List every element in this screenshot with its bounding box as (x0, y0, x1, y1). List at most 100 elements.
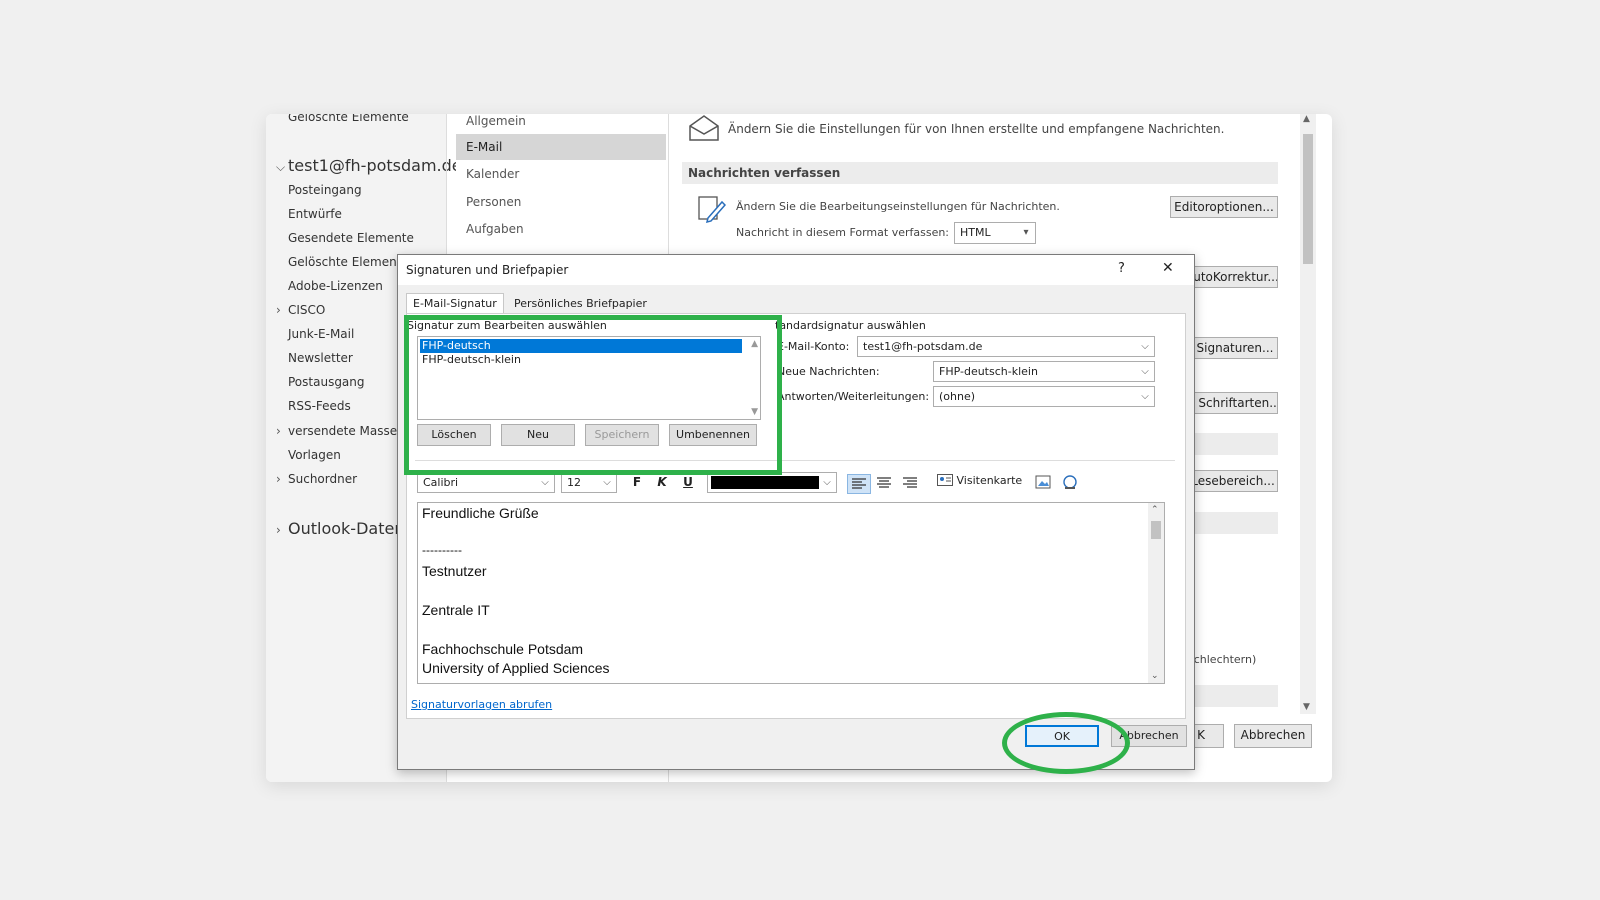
dialog-titlebar: Signaturen und Briefpapier ? ✕ (398, 255, 1194, 285)
signature-list[interactable]: FHP-deutsch FHP-deutsch-klein ▲ ▼ (417, 336, 761, 420)
list-item[interactable]: FHP-deutsch (420, 339, 742, 353)
account-select[interactable]: test1@fh-potsdam.de ⌵ (857, 336, 1155, 357)
chevron-down-icon[interactable]: ⌵ (276, 160, 288, 175)
scroll-down-icon[interactable]: ▼ (1303, 702, 1310, 712)
scroll-down-icon[interactable]: ▼ (751, 407, 758, 417)
size-value: 12 (567, 476, 581, 489)
signature-line: ---------- (422, 543, 462, 557)
signature-line: Fachhochschule Potsdam (422, 641, 584, 657)
options-cancel-button[interactable]: Abbrechen (1234, 724, 1312, 748)
vcard-button[interactable]: Visitenkarte (937, 474, 1022, 487)
folder-item[interactable]: Vorlagen (288, 448, 341, 462)
vcard-label: Visitenkarte (956, 474, 1023, 487)
signature-editor[interactable]: Freundliche Grüße ---------- Testnutzer … (417, 502, 1165, 684)
scroll-thumb[interactable] (1151, 521, 1161, 539)
ok-button[interactable]: OK (1025, 725, 1099, 747)
vcard-icon (937, 474, 953, 487)
nav-item-aufgaben[interactable]: Aufgaben (456, 216, 666, 242)
account-name: test1@fh-potsdam.de (288, 156, 462, 175)
bold-button[interactable]: F (629, 475, 645, 489)
scroll-thumb[interactable] (1303, 134, 1313, 264)
chevron-right-icon[interactable]: › (276, 424, 288, 438)
folder-deleted-top[interactable]: Gelöschte Elemente (288, 114, 409, 124)
nav-item-allgemein[interactable]: Allgemein (456, 114, 666, 134)
folder-label: versendete Massenn (288, 424, 413, 438)
save-button[interactable]: Speichern (585, 424, 659, 446)
nav-item-kalender[interactable]: Kalender (456, 161, 666, 187)
delete-button[interactable]: Löschen (417, 424, 491, 446)
scroll-up-icon[interactable]: ▲ (751, 339, 758, 349)
new-button[interactable]: Neu (501, 424, 575, 446)
nav-item-email[interactable]: E-Mail (456, 134, 666, 160)
help-icon[interactable]: ? (1118, 261, 1125, 276)
cancel-button[interactable]: Abbrechen (1111, 725, 1187, 747)
insert-picture-icon[interactable] (1035, 474, 1053, 496)
envelope-icon (688, 114, 720, 146)
folder-item[interactable]: Gelöschte Elemente (288, 255, 409, 269)
folder-item-versendete[interactable]: › versendete Massenn (276, 424, 412, 438)
size-select[interactable]: 12 ⌵ (561, 472, 617, 493)
color-swatch (711, 476, 819, 489)
chevron-down-icon: ⌵ (603, 477, 611, 488)
chevron-right-icon[interactable]: › (276, 472, 288, 486)
format-select[interactable]: HTML ▾ (954, 222, 1036, 244)
fonts-button[interactable]: d Schriftarten... (1182, 392, 1278, 414)
font-select[interactable]: Calibri ⌵ (417, 472, 555, 493)
folder-item-cisco[interactable]: › CISCO (276, 303, 325, 317)
replies-value: (ohne) (939, 390, 976, 403)
account-header[interactable]: ⌵ test1@fh-potsdam.de (276, 156, 462, 175)
folder-item-suchordner[interactable]: › Suchordner (276, 472, 357, 486)
folder-label: Suchordner (288, 472, 358, 486)
replies-select[interactable]: (ohne) ⌵ (933, 386, 1155, 407)
chevron-right-icon[interactable]: › (276, 523, 288, 537)
folder-item[interactable]: Adobe-Lizenzen (288, 279, 383, 293)
pencil-icon (696, 194, 727, 228)
format-label: Nachricht in diesem Format verfassen: (736, 226, 950, 239)
signature-line: Zentrale IT (422, 602, 490, 618)
align-center-icon[interactable] (873, 474, 895, 496)
tab-stationery[interactable]: Persönliches Briefpapier (508, 294, 653, 313)
reading-pane-button[interactable]: Lesebereich... (1188, 470, 1278, 492)
signatures-button[interactable]: Signaturen... (1192, 337, 1278, 359)
align-left-icon[interactable] (847, 474, 871, 494)
align-right-icon[interactable] (899, 474, 921, 496)
folder-item[interactable]: Gesendete Elemente (288, 231, 414, 245)
hyperlink-icon[interactable] (1061, 474, 1079, 496)
divider (415, 460, 1175, 461)
italic-button[interactable]: K (654, 475, 670, 489)
folder-item[interactable]: Entwürfe (288, 207, 342, 221)
folder-item[interactable]: RSS-Feeds (288, 399, 351, 413)
editor-scrollbar[interactable]: ⌃ ⌄ (1148, 503, 1164, 683)
scroll-up-icon[interactable]: ▲ (1303, 114, 1310, 124)
cut-text: schlechtern) (1188, 653, 1257, 666)
tab-email-signature[interactable]: E-Mail-Signatur (406, 293, 504, 314)
underline-button[interactable]: U (680, 475, 696, 489)
rename-button[interactable]: Umbenennen (669, 424, 757, 446)
new-messages-label: Neue Nachrichten: (777, 365, 880, 378)
outlook-data-header[interactable]: › Outlook-Datend (276, 519, 415, 538)
close-icon[interactable]: ✕ (1162, 260, 1174, 276)
folder-item[interactable]: Posteingang (288, 183, 362, 197)
options-scrollbar[interactable]: ▲ ▼ (1300, 114, 1316, 714)
new-messages-select[interactable]: FHP-deutsch-klein ⌵ (933, 361, 1155, 382)
section-bar (1192, 685, 1278, 707)
folder-item[interactable]: Postausgang (288, 375, 365, 389)
nav-item-personen[interactable]: Personen (456, 189, 666, 215)
format-value: HTML (960, 226, 991, 239)
font-value: Calibri (423, 476, 459, 489)
editor-options-button[interactable]: Editoroptionen... (1170, 196, 1278, 218)
chevron-down-icon: ⌵ (1141, 391, 1149, 402)
section-bar (1192, 433, 1278, 455)
folder-item[interactable]: Junk-E-Mail (288, 327, 354, 341)
scroll-down-icon[interactable]: ⌄ (1151, 671, 1159, 681)
templates-link[interactable]: Signaturvorlagen abrufen (411, 698, 552, 711)
intro-text: Ändern Sie die Einstellungen für von Ihn… (728, 122, 1225, 136)
chevron-down-icon: ⌵ (823, 477, 831, 488)
list-item[interactable]: FHP-deutsch-klein (420, 353, 742, 367)
folder-item[interactable]: Newsletter (288, 351, 353, 365)
color-select[interactable]: ⌵ (707, 472, 837, 493)
new-messages-value: FHP-deutsch-klein (939, 365, 1038, 378)
scroll-up-icon[interactable]: ⌃ (1151, 505, 1159, 515)
replies-label: Antworten/Weiterleitungen: (777, 390, 930, 403)
chevron-right-icon[interactable]: › (276, 303, 288, 317)
